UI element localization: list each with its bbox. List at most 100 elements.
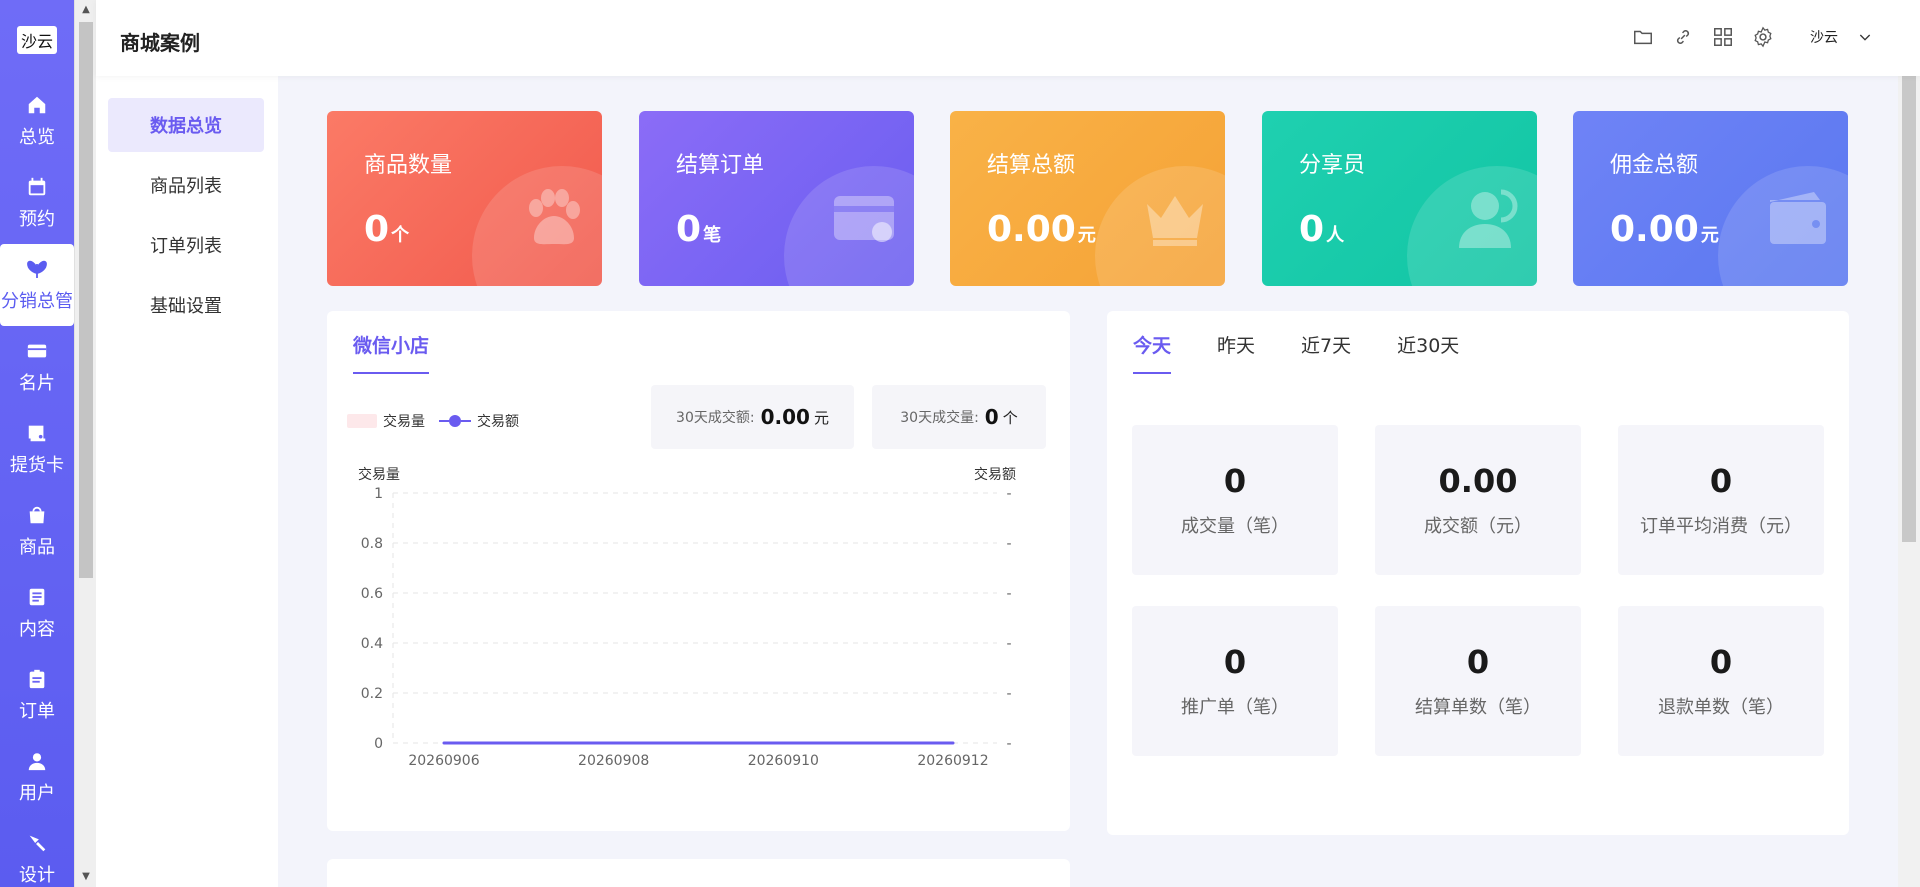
- x-tick-label: 20260908: [578, 753, 649, 769]
- summary-amount-label: 30天成交额:: [676, 410, 755, 426]
- rail-item-5[interactable]: 提货卡: [0, 408, 74, 490]
- page-scrollbar[interactable]: [1898, 76, 1920, 887]
- rail-item-2[interactable]: 预约: [0, 162, 74, 244]
- stat-value: 0: [364, 209, 390, 250]
- chevron-down-icon[interactable]: [1852, 24, 1878, 50]
- metric-box-3: 0 订单平均消费（元）: [1618, 425, 1824, 575]
- grid-icon[interactable]: [1710, 24, 1736, 50]
- top-header: 商城案例 沙云: [96, 0, 1920, 76]
- gear-icon[interactable]: [1750, 24, 1776, 50]
- period-tab-4[interactable]: 近30天: [1397, 331, 1459, 374]
- card-icon: [25, 339, 49, 363]
- page-scroll-thumb[interactable]: [1902, 76, 1916, 542]
- rail-item-1[interactable]: 总览: [0, 80, 74, 162]
- metric-label: 成交量（笔）: [1181, 516, 1289, 537]
- submenu-item-2[interactable]: 商品列表: [108, 158, 264, 212]
- y-tick-label: 1: [374, 486, 383, 502]
- stat-label: 分享员: [1299, 153, 1366, 178]
- bottom-panel: [327, 859, 1070, 887]
- stat-value-wrap: 0个: [364, 209, 409, 250]
- metric-box-2: 0.00 成交额（元）: [1375, 425, 1581, 575]
- y-tick-label: 0.2: [361, 686, 383, 702]
- legend-label-volume[interactable]: 交易量: [383, 411, 425, 431]
- legend-swatch-volume[interactable]: [347, 414, 377, 428]
- wallet-card-icon: [828, 182, 900, 254]
- rail-item-8[interactable]: 订单: [0, 654, 74, 736]
- stat-unit: 个: [391, 225, 410, 246]
- y-right-tick-label: -: [1006, 636, 1011, 652]
- sub-menu: 数据总览商品列表订单列表基础设置: [96, 76, 278, 887]
- y-right-tick-label: -: [1006, 736, 1011, 752]
- document-icon: [25, 585, 49, 609]
- link-icon[interactable]: [1670, 24, 1696, 50]
- rail-item-3[interactable]: 分销总管: [0, 244, 74, 326]
- metric-label: 成交额（元）: [1424, 516, 1532, 537]
- metric-value: 0: [1466, 643, 1490, 681]
- ticket-icon: [25, 421, 49, 445]
- legend-swatch-amount[interactable]: [439, 415, 471, 427]
- point-amount: [527, 741, 531, 745]
- summary-count-unit: 个: [1002, 408, 1018, 427]
- home-icon: [25, 93, 49, 117]
- y-right-tick-label: -: [1006, 586, 1011, 602]
- stat-unit: 元: [1077, 225, 1096, 246]
- paint-icon: [25, 831, 49, 855]
- period-tab-3[interactable]: 近7天: [1301, 331, 1351, 374]
- legend-label-amount[interactable]: 交易额: [477, 411, 519, 431]
- folder-icon[interactable]: [1630, 24, 1656, 50]
- rail-item-label: 总览: [19, 127, 55, 148]
- summary-30d-amount: 30天成交额: 0.00 元: [651, 385, 854, 449]
- rail-item-9[interactable]: 用户: [0, 736, 74, 818]
- metric-box-5: 0 结算单数（笔）: [1375, 606, 1581, 756]
- point-amount: [442, 741, 446, 745]
- period-tabs: 今天 昨天 近7天 近30天: [1133, 331, 1459, 374]
- rail-item-4[interactable]: 名片: [0, 326, 74, 408]
- submenu-item-3[interactable]: 订单列表: [108, 218, 264, 272]
- point-amount: [697, 741, 700, 745]
- x-tick-label: 20260906: [408, 753, 479, 769]
- rail-item-6[interactable]: 商品: [0, 490, 74, 572]
- stat-value-wrap: 0人: [1299, 209, 1344, 250]
- user-brand[interactable]: 沙云: [1810, 27, 1838, 47]
- y-tick-label: 0.8: [361, 536, 383, 552]
- side-rail: 沙云 总览 预约 分销总管 名片 提货卡 商品 内容 订单 用户 设计: [0, 0, 74, 887]
- period-tab-2[interactable]: 昨天: [1217, 331, 1255, 374]
- purse-icon: [1762, 182, 1834, 254]
- point-amount: [866, 741, 870, 745]
- rail-item-label: 提货卡: [10, 455, 64, 476]
- stat-value-wrap: 0.00 元: [987, 209, 1096, 250]
- metric-value: 0: [1223, 462, 1247, 500]
- rail-scroll-thumb[interactable]: [79, 22, 93, 578]
- metric-box-6: 0 退款单数（笔）: [1618, 606, 1824, 756]
- metric-label: 退款单数（笔）: [1658, 697, 1784, 718]
- butterfly-icon: [25, 257, 49, 281]
- stat-unit: 元: [1700, 225, 1719, 246]
- period-tab-1[interactable]: 今天: [1133, 331, 1172, 374]
- submenu-item-1[interactable]: 数据总览: [108, 98, 264, 152]
- scroll-up-icon[interactable]: ▲: [80, 4, 92, 16]
- point-amount: [951, 741, 955, 745]
- stat-value: 0: [676, 209, 702, 250]
- rail-item-7[interactable]: 内容: [0, 572, 74, 654]
- x-tick-label: 20260912: [917, 753, 988, 769]
- submenu-item-4[interactable]: 基础设置: [108, 278, 264, 332]
- chart-legend: 交易量 交易额: [347, 411, 519, 431]
- y-right-tick-label: -: [1006, 536, 1011, 552]
- metric-label: 推广单（笔）: [1181, 697, 1289, 718]
- rail-item-label: 分销总管: [1, 291, 73, 312]
- scroll-down-icon[interactable]: ▼: [80, 871, 92, 883]
- stat-label: 结算订单: [676, 153, 765, 178]
- summary-amount-unit: 元: [813, 408, 829, 427]
- calendar-icon: [25, 175, 49, 199]
- stat-card-5: 佣金总额 0.00 元: [1573, 111, 1848, 286]
- rail-item-10[interactable]: 设计: [0, 818, 74, 887]
- metric-value: 0: [1709, 462, 1733, 500]
- stat-label: 结算总额: [987, 153, 1076, 178]
- period-stats-panel: 今天 昨天 近7天 近30天 0 成交量（笔） 0.00 成交额（元） 0 订单平均消费（元） 0…: [1107, 311, 1849, 835]
- stat-value-wrap: 0笔: [676, 209, 721, 250]
- tab-wechat-shop[interactable]: 微信小店: [353, 331, 430, 374]
- rail-scrollbar[interactable]: ▲ ▼: [74, 0, 96, 887]
- point-amount: [612, 741, 616, 745]
- stat-value: 0.00: [1610, 209, 1699, 250]
- rail-item-label: 内容: [19, 619, 55, 640]
